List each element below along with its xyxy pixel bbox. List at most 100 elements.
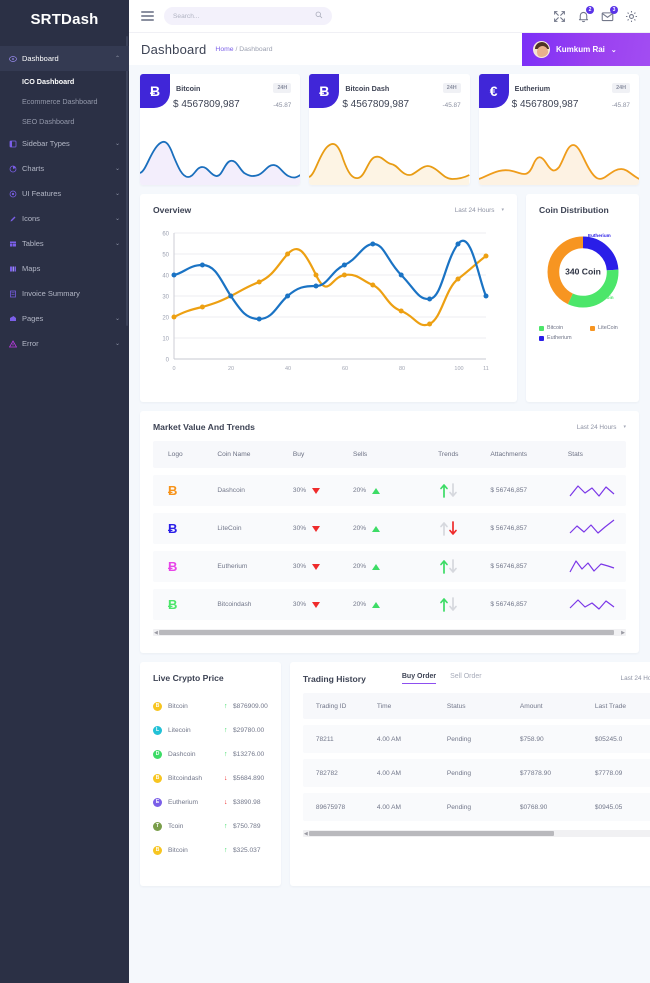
attachment-value: $ 56746,857: [490, 525, 528, 532]
attachment-value: $ 56746,857: [490, 563, 528, 570]
sidebar-item-charts[interactable]: Charts ⌄: [0, 156, 129, 181]
coin-distribution-header: Coin Distribution: [526, 194, 639, 215]
table-row[interactable]: Ƀ LiteCoin 30% 20% $ 56746,857: [153, 513, 626, 544]
list-item[interactable]: B Bitcoin ↑ $325.037: [153, 838, 268, 862]
crypto-card-bitcoin-dash[interactable]: Ƀ Bitcoin Dash 24H $ 4567809,987 -45.87: [309, 74, 470, 185]
trading-table-scrollbar[interactable]: ◀ ▶: [302, 830, 650, 837]
triangle-up-icon: [372, 601, 381, 608]
scroll-thumb[interactable]: [308, 831, 554, 836]
table-row[interactable]: Ƀ Bitcoindash 30% 20% $ 56746,857: [153, 589, 626, 620]
live-crypto-list: B Bitcoin ↑ $876909.00 L Litecoin ↑ $297…: [140, 683, 281, 862]
crypto-card-eutherium[interactable]: € Eutherium 24H $ 4567809,987 -45.87: [478, 74, 639, 185]
sidebar-item-tables[interactable]: Tables ⌄: [0, 231, 129, 256]
table-row[interactable]: Ƀ Dashcoin 30% 20% $ 56746,857: [153, 475, 626, 506]
coin-name: LiteCoin: [217, 525, 242, 532]
list-item[interactable]: B Bitcoindash ↓ $5684.890: [153, 766, 268, 790]
tab-sell-order[interactable]: Sell Order: [450, 673, 482, 684]
scroll-left-arrow[interactable]: ◀: [304, 831, 308, 837]
trading-period-selector[interactable]: Last 24 Hours ▾: [621, 675, 650, 682]
expand-icon[interactable]: [553, 10, 566, 23]
search-box[interactable]: [164, 7, 332, 25]
sidebar-subitem-seo-dashboard[interactable]: SEO Dashboard: [0, 111, 129, 131]
table-row[interactable]: Ƀ Eutherium 30% 20% $ 56746,857: [153, 551, 626, 582]
table-row[interactable]: 89675978 4.00 AM Pending $0768.90 $0945.…: [302, 793, 650, 821]
trading-time: 4.00 AM: [376, 769, 402, 777]
coin-distribution-legend: Bitcoin LiteCoin Eutherium: [526, 325, 639, 341]
triangle-up-icon: [372, 563, 381, 570]
sidebar-item-error[interactable]: Error ⌄: [0, 331, 129, 356]
sidebar-item-pages[interactable]: Pages ⌄: [0, 306, 129, 331]
sidebar-item-ui-features[interactable]: UI Features ⌄: [0, 181, 129, 206]
trend-cell: [438, 557, 490, 577]
crypto-card-name: Eutherium: [514, 83, 551, 93]
crypto-card-sparkline: [140, 133, 301, 185]
overview-row: Overview Last 24 Hours ▾ 60 50 40 30 20 …: [140, 194, 639, 402]
sidebar-item-maps[interactable]: Maps: [0, 256, 129, 281]
sidebar-subitem-ecommerce-dashboard[interactable]: Ecommerce Dashboard: [0, 91, 129, 111]
brand-logo[interactable]: SRTDash: [0, 0, 129, 38]
search-input[interactable]: [173, 12, 303, 20]
column-trends: Trends: [438, 451, 459, 458]
sidebar-subitem-ico-dashboard[interactable]: ICO Dashboard: [0, 71, 129, 91]
status-badge: Pending: [446, 803, 472, 811]
chevron-up-icon: ⌃: [114, 56, 120, 62]
scroll-right-arrow[interactable]: ▶: [621, 630, 625, 636]
overview-title: Overview: [153, 205, 192, 215]
triangle-down-icon: [312, 487, 321, 494]
trend-cell: [438, 519, 490, 539]
crypto-card-bitcoin[interactable]: Ƀ Bitcoin 24H $ 4567809,987 -45.87: [140, 74, 301, 185]
breadcrumb-home[interactable]: Home: [215, 46, 233, 53]
sidebar-item-dashboard[interactable]: Dashboard ⌃: [0, 46, 129, 71]
gear-icon[interactable]: [625, 10, 638, 23]
coin-price: $29780.00: [233, 726, 265, 734]
stats-sparkline: [568, 480, 626, 502]
trend-up-icon: [438, 595, 460, 613]
sidebar-item-label: Charts: [22, 164, 45, 173]
market-table-scrollbar[interactable]: ◀ ▶: [153, 629, 626, 636]
crypto-card-price: $ 4567809,987: [511, 99, 579, 110]
arrow-up-icon: ↑: [224, 846, 228, 854]
list-item[interactable]: T Tcoin ↑ $750.789: [153, 814, 268, 838]
svg-text:11: 11: [483, 366, 489, 372]
bell-badge: 2: [586, 5, 594, 14]
coin-name: Bitcoindash: [217, 601, 252, 608]
table-row[interactable]: 782782 4.00 AM Pending $77878.90 $7778.0…: [302, 759, 650, 787]
list-item[interactable]: E Eutherium ↓ $3890.98: [153, 790, 268, 814]
scroll-left-arrow[interactable]: ◀: [154, 630, 158, 636]
overview-period-selector[interactable]: Last 24 Hours ▾: [455, 207, 504, 214]
crypto-card-change: -45.87: [611, 102, 630, 109]
column-last-trade: Last Trade: [594, 702, 626, 710]
list-item[interactable]: L Litecoin ↑ $29780.00: [153, 718, 268, 742]
svg-text:10: 10: [162, 337, 169, 343]
list-item[interactable]: D Dashcoin ↑ $13276.00: [153, 742, 268, 766]
table-row[interactable]: 78211 4.00 AM Pending $758.90 $05245.0: [302, 725, 650, 753]
user-name: Kumkum Rai: [556, 45, 605, 54]
arrow-down-icon: ↓: [224, 774, 228, 782]
coin-name: Bitcoindash: [168, 774, 203, 782]
crypto-card-price: $ 4567809,987: [342, 99, 410, 110]
invoice-icon: [9, 290, 22, 298]
column-amount: Amount: [519, 702, 543, 710]
coin-avatar-icon: B: [153, 773, 162, 783]
legend-swatch: [590, 325, 595, 331]
bell-icon[interactable]: 2: [577, 5, 594, 23]
live-crypto-title: Live Crypto Price: [153, 673, 224, 683]
user-profile-menu[interactable]: Kumkum Rai ⌄: [522, 33, 650, 66]
market-period-selector[interactable]: Last 24 Hours ▾: [577, 424, 626, 431]
status-badge: Pending: [446, 735, 472, 743]
svg-text:0: 0: [166, 358, 170, 364]
stats-sparkline: [568, 518, 626, 540]
sidebar-item-icons[interactable]: Icons ⌄: [0, 206, 129, 231]
search-icon[interactable]: [315, 11, 323, 21]
tab-buy-order[interactable]: Buy Order: [401, 673, 437, 684]
sidebar-item-invoice-summary[interactable]: Invoice Summary: [0, 281, 129, 306]
sells-cell: 20%: [353, 601, 438, 608]
hamburger-menu-icon[interactable]: [141, 11, 154, 21]
envelope-icon[interactable]: 3: [601, 5, 618, 23]
sidebar-item-sidebar-types[interactable]: Sidebar Types ⌄: [0, 131, 129, 156]
scroll-thumb[interactable]: [159, 630, 614, 635]
coin-avatar-icon: E: [153, 797, 162, 807]
envelope-badge: 3: [610, 5, 618, 14]
list-item[interactable]: B Bitcoin ↑ $876909.00: [153, 694, 268, 718]
chevron-down-icon: ⌄: [114, 191, 120, 197]
